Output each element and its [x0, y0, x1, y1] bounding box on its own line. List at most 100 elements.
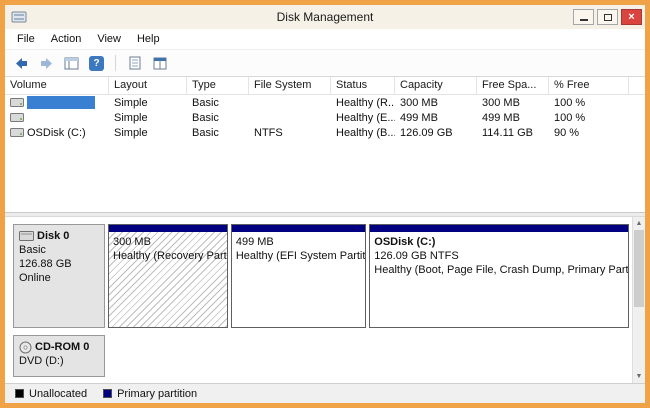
- table-row[interactable]: OSDisk (C:) Simple Basic NTFS Healthy (B…: [5, 125, 645, 140]
- cell-type: Basic: [187, 97, 249, 109]
- cell-capacity: 300 MB: [395, 97, 477, 109]
- scroll-up-icon[interactable]: ▲: [633, 217, 646, 230]
- column-header-volume[interactable]: Volume: [5, 77, 109, 94]
- vertical-scrollbar[interactable]: ▲ ▼: [632, 217, 645, 383]
- partition-status: Healthy (EFI System Partit: [236, 249, 361, 263]
- unallocated-swatch: [15, 389, 24, 398]
- volume-list-header: Volume Layout Type File System Status Ca…: [5, 77, 645, 95]
- minimize-icon: [580, 19, 588, 21]
- disk-size: 126.88 GB: [19, 257, 100, 271]
- cell-pct-free: 100 %: [549, 97, 629, 109]
- window-title: Disk Management: [5, 10, 645, 24]
- toolbar: ?: [5, 50, 645, 77]
- close-icon: ×: [628, 12, 634, 23]
- scroll-down-icon[interactable]: ▼: [633, 370, 646, 383]
- legend-label: Primary partition: [117, 388, 197, 400]
- title-bar[interactable]: Disk Management ×: [5, 5, 645, 29]
- table-row[interactable]: Simple Basic Healthy (E... 499 MB 499 MB…: [5, 110, 645, 125]
- legend-item-unallocated: Unallocated: [15, 388, 87, 400]
- partition-efi[interactable]: 499 MB Healthy (EFI System Partit: [231, 224, 366, 328]
- partition-color-stripe: [109, 225, 227, 232]
- export-list-icon[interactable]: [126, 55, 143, 71]
- partition-title: OSDisk (C:): [374, 235, 624, 249]
- cell-free-space: 300 MB: [477, 97, 549, 109]
- volume-icon: [10, 127, 24, 138]
- partition-size: 126.09 GB NTFS: [374, 249, 624, 263]
- menu-file[interactable]: File: [9, 30, 43, 48]
- legend-label: Unallocated: [29, 388, 87, 400]
- volume-list-pane: Volume Layout Type File System Status Ca…: [5, 77, 645, 212]
- column-header-status[interactable]: Status: [331, 77, 395, 94]
- cell-capacity: 499 MB: [395, 112, 477, 124]
- partition-osdisk-c[interactable]: OSDisk (C:) 126.09 GB NTFS Healthy (Boot…: [369, 224, 629, 328]
- help-icon[interactable]: ?: [88, 55, 105, 71]
- cell-pct-free: 90 %: [549, 127, 629, 139]
- cell-layout: Simple: [109, 112, 187, 124]
- close-button[interactable]: ×: [621, 9, 642, 25]
- disk-status: Online: [19, 271, 100, 285]
- column-header-file-system[interactable]: File System: [249, 77, 331, 94]
- partition-status: Healthy (Boot, Page File, Crash Dump, Pr…: [374, 263, 624, 277]
- cdrom-name: CD-ROM 0: [35, 340, 89, 354]
- disk-row-disk0: Disk 0 Basic 126.88 GB Online 300 MB Hea…: [13, 224, 629, 328]
- column-header-layout[interactable]: Layout: [109, 77, 187, 94]
- partition-recovery[interactable]: 300 MB Healthy (Recovery Parti: [108, 224, 228, 328]
- column-header-filler: [629, 77, 645, 94]
- volume-icon: [10, 112, 24, 123]
- disk0-partitions: 300 MB Healthy (Recovery Parti 499 MB He…: [108, 224, 629, 328]
- scrollbar-thumb[interactable]: [634, 230, 644, 307]
- console-tree-icon[interactable]: [63, 55, 80, 71]
- cell-pct-free: 100 %: [549, 112, 629, 124]
- disk-kind: Basic: [19, 243, 100, 257]
- menu-action[interactable]: Action: [43, 30, 90, 48]
- graphical-view-pane: Disk 0 Basic 126.88 GB Online 300 MB Hea…: [5, 217, 645, 383]
- volume-icon: [10, 97, 24, 108]
- cell-type: Basic: [187, 112, 249, 124]
- table-row[interactable]: Simple Basic Healthy (R... 300 MB 300 MB…: [5, 95, 645, 110]
- volume-name: OSDisk (C:): [27, 127, 86, 139]
- app-icon: [11, 10, 27, 24]
- cdrom-kind: DVD (D:): [19, 354, 100, 368]
- maximize-button[interactable]: [597, 9, 618, 25]
- disk-row-cdrom0: CD-ROM 0 DVD (D:): [13, 335, 629, 377]
- cell-free-space: 114.11 GB: [477, 127, 549, 139]
- menu-help[interactable]: Help: [129, 30, 168, 48]
- partition-color-stripe: [232, 225, 365, 232]
- primary-partition-swatch: [103, 389, 112, 398]
- main-area: Volume Layout Type File System Status Ca…: [5, 77, 645, 403]
- column-header-capacity[interactable]: Capacity: [395, 77, 477, 94]
- cell-free-space: 499 MB: [477, 112, 549, 124]
- cell-layout: Simple: [109, 127, 187, 139]
- scrollbar-track[interactable]: [633, 230, 645, 370]
- back-icon[interactable]: [13, 55, 30, 71]
- partition-size: 499 MB: [236, 235, 361, 249]
- window-controls: ×: [573, 9, 642, 25]
- maximize-icon: [604, 14, 612, 21]
- toolbar-separator: [115, 55, 116, 71]
- disk-management-window: Disk Management × File Action View Help: [0, 0, 650, 408]
- legend-item-primary-partition: Primary partition: [103, 388, 197, 400]
- cdrom-icon: [19, 341, 32, 354]
- cell-status: Healthy (R...: [331, 97, 395, 109]
- partition-color-stripe: [370, 225, 628, 232]
- menu-view[interactable]: View: [89, 30, 129, 48]
- disk0-label[interactable]: Disk 0 Basic 126.88 GB Online: [13, 224, 105, 328]
- disk-icon: [19, 230, 34, 242]
- cdrom0-label[interactable]: CD-ROM 0 DVD (D:): [13, 335, 105, 377]
- partition-status: Healthy (Recovery Parti: [113, 249, 223, 263]
- cell-layout: Simple: [109, 97, 187, 109]
- column-header-free-space[interactable]: Free Spa...: [477, 77, 549, 94]
- cell-file-system: NTFS: [249, 127, 331, 139]
- forward-icon[interactable]: [38, 55, 55, 71]
- column-header-pct-free[interactable]: % Free: [549, 77, 629, 94]
- column-header-type[interactable]: Type: [187, 77, 249, 94]
- views-icon[interactable]: [151, 55, 168, 71]
- minimize-button[interactable]: [573, 9, 594, 25]
- partition-size: 300 MB: [113, 235, 223, 249]
- cell-type: Basic: [187, 127, 249, 139]
- selected-volume-highlight: [27, 96, 95, 109]
- cell-capacity: 126.09 GB: [395, 127, 477, 139]
- cell-status: Healthy (E...: [331, 112, 395, 124]
- cell-status: Healthy (B...: [331, 127, 395, 139]
- menu-bar: File Action View Help: [5, 29, 645, 50]
